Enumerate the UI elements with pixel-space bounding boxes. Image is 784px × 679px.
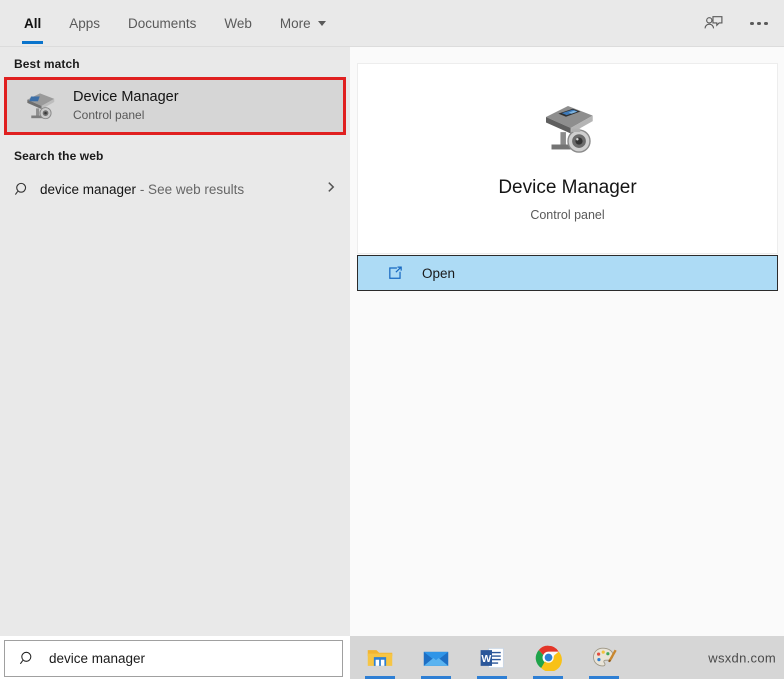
result-item-text: Device Manager Control panel [73,88,179,124]
taskbar-item-word[interactable]: W [470,636,514,679]
search-icon [19,650,49,667]
filter-tabs: All Apps Documents Web More [10,0,340,47]
chrome-icon [535,645,562,671]
best-match-label: Best match [14,57,80,71]
result-item-device-manager[interactable]: Device Manager Control panel [4,77,346,135]
open-in-new-icon [386,264,404,282]
header-actions [702,0,770,47]
web-result-suffix: - See web results [136,181,245,197]
tab-web[interactable]: Web [210,0,266,47]
tab-documents[interactable]: Documents [114,0,210,47]
search-input-value: device manager [49,651,146,666]
more-options-icon[interactable] [748,13,770,35]
preview-card: Device Manager Control panel [357,63,778,254]
best-match-highlight: Device Manager Control panel [0,77,350,135]
search-input[interactable]: device manager [4,640,343,677]
result-item-subtitle: Control panel [73,108,145,123]
preview-title: Device Manager [498,177,637,199]
search-the-web-label: Search the web [14,149,104,163]
tab-more-label: More [279,16,311,31]
chevron-right-icon [324,180,338,198]
word-icon: W [480,647,504,668]
device-manager-icon [529,95,607,161]
results-pane: Best match Device Manager Control panel … [0,47,350,636]
search-icon [14,179,40,199]
taskbar-item-mail[interactable] [414,636,458,679]
taskbar: W wsxdn.com [350,636,784,679]
web-result-label: device manager - See web results [40,182,244,197]
mail-icon [423,651,449,666]
start-menu-search-screen: All Apps Documents Web More Best match D… [0,0,784,679]
file-explorer-icon [367,649,393,666]
tab-web-label: Web [224,16,252,31]
preview-pane: Device Manager Control panel Open [350,47,784,636]
web-result-query: device manager [40,181,137,197]
paint-icon [592,647,617,667]
preview-subtitle: Control panel [530,207,605,222]
bottom-bar: device manager W wsxdn.com [0,636,784,679]
watermark: wsxdn.com [708,650,776,665]
tab-documents-label: Documents [128,16,197,31]
open-button[interactable]: Open [357,255,778,291]
tab-apps[interactable]: Apps [55,0,114,47]
result-item-title: Device Manager [73,89,179,106]
feedback-icon[interactable] [702,13,724,35]
device-manager-icon [21,87,59,125]
tab-more[interactable]: More [266,0,340,47]
chevron-down-icon [317,21,326,26]
taskbar-item-chrome[interactable] [526,636,570,679]
taskbar-item-paint[interactable] [582,636,626,679]
web-result-row[interactable]: device manager - See web results [0,169,350,209]
tab-all[interactable]: All [10,0,55,47]
taskbar-item-file-explorer[interactable] [358,636,402,679]
tab-all-label: All [24,16,42,31]
open-button-label: Open [422,265,456,281]
tab-apps-label: Apps [69,16,101,31]
search-header: All Apps Documents Web More [0,0,784,47]
svg-text:W: W [481,652,491,664]
